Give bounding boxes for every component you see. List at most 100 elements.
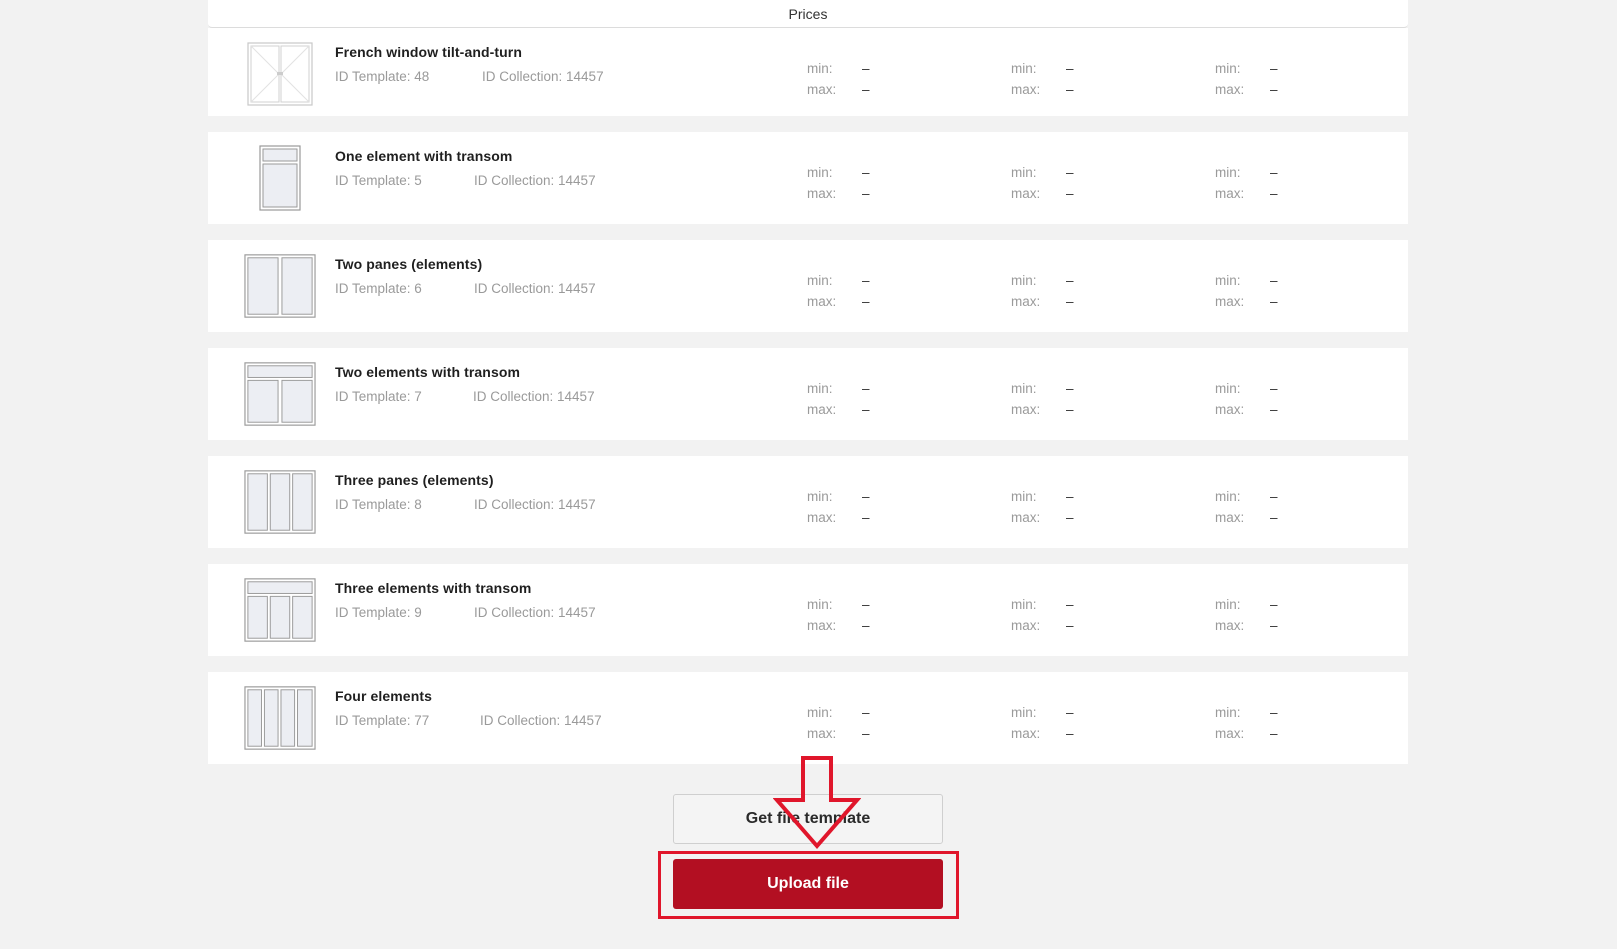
template-id: ID Template: 77	[335, 713, 430, 728]
max-value: –	[862, 510, 870, 525]
max-label: max:	[1011, 618, 1041, 633]
max-value: –	[1066, 294, 1074, 309]
price-range: min: – max: –	[1215, 702, 1278, 744]
min-value: –	[1270, 489, 1278, 504]
max-label: max:	[807, 618, 837, 633]
min-label: min:	[807, 489, 833, 504]
get-file-template-button[interactable]: Get file template	[673, 794, 943, 844]
template-id: ID Template: 8	[335, 497, 422, 512]
price-range: min: – max: –	[1215, 378, 1278, 420]
template-name: Three panes (elements)	[335, 472, 494, 488]
max-label: max:	[1215, 510, 1245, 525]
template-id: ID Template: 6	[335, 281, 422, 296]
min-label: min:	[807, 705, 833, 720]
collection-id: ID Collection: 14457	[474, 605, 596, 620]
price-range: min: – max: –	[1215, 594, 1278, 636]
collection-id: ID Collection: 14457	[474, 173, 596, 188]
price-range: min: – max: –	[1011, 594, 1074, 636]
price-range: min: – max: –	[1011, 58, 1074, 100]
price-range: min: – max: –	[1215, 58, 1278, 100]
price-range: min: – max: –	[1011, 702, 1074, 744]
min-value: –	[1270, 381, 1278, 396]
max-value: –	[1270, 186, 1278, 201]
min-value: –	[862, 61, 870, 76]
min-label: min:	[807, 61, 833, 76]
prices-column-header: Prices	[208, 0, 1408, 28]
min-value: –	[862, 273, 870, 288]
template-row: Three panes (elements) ID Template: 8 ID…	[208, 456, 1408, 548]
min-label: min:	[1011, 597, 1037, 612]
upload-file-button[interactable]: Upload file	[673, 859, 943, 909]
min-value: –	[1066, 381, 1074, 396]
min-label: min:	[1011, 273, 1037, 288]
template-list: French window tilt-and-turn ID Template:…	[208, 28, 1408, 780]
max-label: max:	[807, 186, 837, 201]
max-value: –	[1066, 618, 1074, 633]
template-row: Three elements with transom ID Template:…	[208, 564, 1408, 656]
min-label: min:	[1215, 273, 1241, 288]
price-range: min: – max: –	[1011, 162, 1074, 204]
min-value: –	[862, 489, 870, 504]
min-label: min:	[1215, 705, 1241, 720]
max-value: –	[862, 82, 870, 97]
max-value: –	[1066, 186, 1074, 201]
max-value: –	[1270, 82, 1278, 97]
max-value: –	[1066, 82, 1074, 97]
price-range: min: – max: –	[807, 486, 870, 528]
price-range: min: – max: –	[807, 270, 870, 312]
min-label: min:	[1011, 381, 1037, 396]
max-label: max:	[1011, 186, 1041, 201]
max-label: max:	[1011, 402, 1041, 417]
min-label: min:	[1011, 705, 1037, 720]
template-name: French window tilt-and-turn	[335, 44, 523, 60]
max-value: –	[1270, 726, 1278, 741]
max-label: max:	[1215, 82, 1245, 97]
min-value: –	[1066, 273, 1074, 288]
max-label: max:	[1215, 726, 1245, 741]
max-label: max:	[1215, 294, 1245, 309]
min-label: min:	[1011, 165, 1037, 180]
min-value: –	[862, 381, 870, 396]
price-range: min: – max: –	[1011, 378, 1074, 420]
max-value: –	[1270, 618, 1278, 633]
max-value: –	[1270, 402, 1278, 417]
max-value: –	[862, 618, 870, 633]
min-value: –	[1066, 705, 1074, 720]
max-label: max:	[807, 402, 837, 417]
collection-id: ID Collection: 14457	[480, 713, 602, 728]
max-value: –	[1066, 726, 1074, 741]
max-label: max:	[807, 294, 837, 309]
min-value: –	[1270, 705, 1278, 720]
template-id: ID Template: 5	[335, 173, 422, 188]
collection-id: ID Collection: 14457	[473, 389, 595, 404]
min-value: –	[1066, 61, 1074, 76]
max-value: –	[1066, 510, 1074, 525]
template-name: Two elements with transom	[335, 364, 521, 380]
template-name: Three elements with transom	[335, 580, 532, 596]
min-label: min:	[1215, 61, 1241, 76]
price-range: min: – max: –	[1215, 270, 1278, 312]
min-value: –	[862, 597, 870, 612]
price-range: min: – max: –	[807, 378, 870, 420]
price-range: min: – max: –	[1215, 162, 1278, 204]
price-import-page: Prices French window tilt-and-turn ID Te…	[0, 0, 1617, 949]
max-value: –	[862, 186, 870, 201]
template-row: Four elements ID Template: 77 ID Collect…	[208, 672, 1408, 764]
max-label: max:	[807, 82, 837, 97]
price-range: min: – max: –	[1011, 270, 1074, 312]
price-range: min: – max: –	[807, 594, 870, 636]
collection-id: ID Collection: 14457	[474, 281, 596, 296]
template-id: ID Template: 7	[335, 389, 422, 404]
three-panes-icon	[244, 470, 316, 534]
one-element-transom-icon	[244, 145, 316, 211]
min-value: –	[1270, 61, 1278, 76]
min-label: min:	[1215, 381, 1241, 396]
max-value: –	[862, 294, 870, 309]
template-name: Four elements	[335, 688, 432, 704]
min-value: –	[862, 705, 870, 720]
four-elements-icon	[244, 686, 316, 750]
price-range: min: – max: –	[807, 58, 870, 100]
min-label: min:	[807, 165, 833, 180]
min-label: min:	[1215, 165, 1241, 180]
min-label: min:	[1011, 489, 1037, 504]
